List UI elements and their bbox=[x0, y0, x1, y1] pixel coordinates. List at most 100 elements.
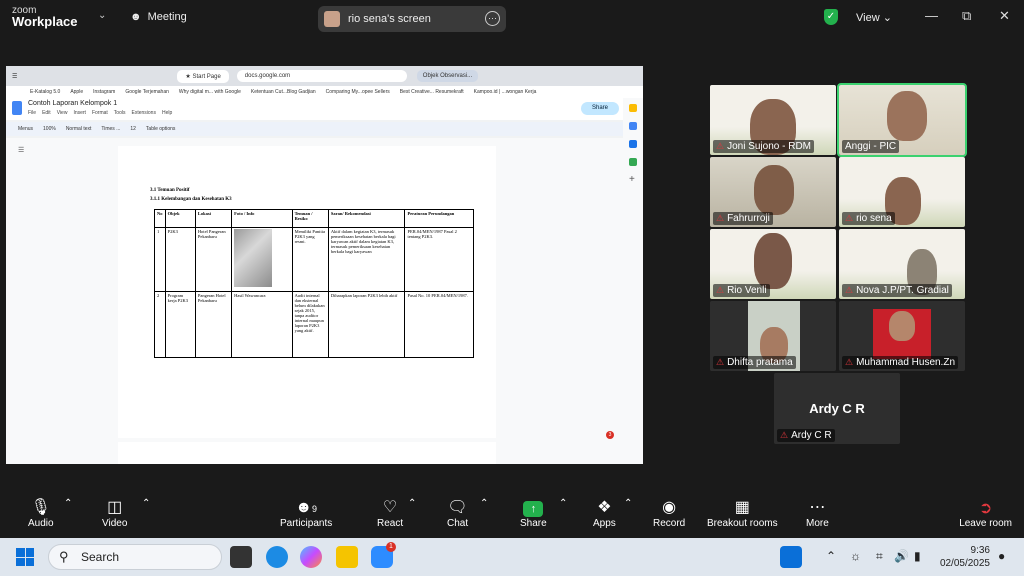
toolbar-control[interactable]: 12 bbox=[130, 126, 136, 132]
participant-tile[interactable]: Ardy C R ⚠ Ardy C R bbox=[774, 373, 900, 444]
doc-title[interactable]: Contoh Laporan Kelompok 1 bbox=[28, 100, 117, 107]
comment-badge[interactable]: 3 bbox=[606, 431, 614, 439]
security-shield-icon[interactable]: ✓ bbox=[824, 9, 838, 25]
task-view-icon[interactable] bbox=[230, 546, 252, 568]
participant-tile[interactable]: ⚠ Muhammad Husen.Zn bbox=[839, 301, 965, 371]
bookmark-item[interactable]: Apple bbox=[70, 89, 83, 95]
browser-tab[interactable]: ★ Start Page bbox=[177, 69, 229, 83]
apps-button[interactable]: ❖ Apps bbox=[593, 498, 616, 529]
table-row: 2 Program kerja P2K3 Pangeran Hotel Peka… bbox=[154, 291, 474, 358]
copilot-icon[interactable] bbox=[300, 546, 322, 568]
close-icon[interactable]: ✕ bbox=[999, 8, 1010, 24]
chat-button[interactable]: 🗨 Chat bbox=[447, 498, 468, 529]
leave-label: Leave room bbox=[959, 518, 1012, 529]
system-clock[interactable]: 9:36 02/05/2025 bbox=[940, 544, 990, 570]
doc-page-next bbox=[118, 442, 496, 464]
restore-icon[interactable]: ⧉ bbox=[962, 8, 971, 24]
doc-menu-item[interactable]: Insert bbox=[73, 110, 86, 116]
toolbar-control[interactable]: Times ... bbox=[101, 126, 120, 132]
toolbar-control[interactable]: Normal text bbox=[66, 126, 92, 132]
bookmark-item[interactable]: Kampoo.id | ...wongan Kerja bbox=[474, 89, 537, 95]
participant-name: Rio Venli bbox=[727, 285, 767, 296]
participants-icon: ☻9 bbox=[295, 499, 318, 516]
meeting-menu[interactable]: ☻ Meeting bbox=[130, 11, 187, 23]
share-screen-button[interactable]: ↑ Share bbox=[520, 498, 547, 529]
edge-icon[interactable] bbox=[266, 546, 288, 568]
react-options-icon[interactable]: ⌃ bbox=[408, 498, 416, 509]
participant-tile[interactable]: ⚠ Nova J.P/PT. Gradial bbox=[839, 229, 965, 299]
add-addon-icon[interactable]: + bbox=[629, 174, 635, 185]
doc-menu-item[interactable]: File bbox=[28, 110, 36, 116]
bookmark-item[interactable]: Ketentuan Cut...Blog Gadjian bbox=[251, 89, 316, 95]
audio-options-icon[interactable]: ⌃ bbox=[64, 498, 72, 509]
video-button[interactable]: ◫ Video bbox=[102, 498, 127, 529]
col-header: Saran/ Rekomendasi bbox=[327, 209, 406, 228]
maps-icon[interactable] bbox=[629, 158, 637, 166]
browser-tab-active[interactable]: Objek Observasi... bbox=[416, 70, 479, 82]
toolbar-control[interactable]: Table options bbox=[146, 126, 175, 132]
keep-icon[interactable] bbox=[629, 104, 637, 112]
microphone-icon: 🎙 bbox=[30, 499, 51, 516]
audio-button[interactable]: 🎙 Audio bbox=[28, 498, 54, 529]
participant-name-tag: ⚠ Rio Venli bbox=[713, 284, 770, 297]
address-bar[interactable]: docs.google.com bbox=[236, 70, 407, 82]
file-explorer-icon[interactable] bbox=[336, 546, 358, 568]
col-header: Foto / Info bbox=[231, 209, 293, 228]
participant-tile[interactable]: ⚠ Joni Sujono - RDM bbox=[710, 85, 836, 155]
browser-menu-icon[interactable]: ☰ bbox=[12, 73, 17, 80]
participant-tile[interactable]: ⚠ Fahrurroji bbox=[710, 157, 836, 227]
doc-menu-item[interactable]: Extensions bbox=[131, 110, 155, 116]
doc-menu-item[interactable]: Format bbox=[92, 110, 108, 116]
bookmark-item[interactable]: Best Creative... Resumekraft bbox=[400, 89, 464, 95]
video-options-icon[interactable]: ⌃ bbox=[142, 498, 150, 509]
minimize-icon[interactable]: — bbox=[925, 8, 938, 23]
participant-video bbox=[754, 233, 792, 289]
bookmark-item[interactable]: Comparing My...opee Sellers bbox=[326, 89, 390, 95]
doc-menu-item[interactable]: View bbox=[57, 110, 68, 116]
bookmark-item[interactable]: Google Terjemahan bbox=[125, 89, 169, 95]
bookmark-item[interactable]: E-Katalog 5.0 bbox=[30, 89, 60, 95]
docs-icon[interactable] bbox=[12, 101, 22, 115]
participant-tile[interactable]: ⚠ Rio Venli bbox=[710, 229, 836, 299]
bookmark-item[interactable]: Instagram bbox=[93, 89, 115, 95]
participant-tile-active[interactable]: Anggi - PIC bbox=[837, 83, 967, 157]
breakout-rooms-button[interactable]: ▦ Breakout rooms bbox=[707, 498, 778, 529]
participant-tile[interactable]: ⚠ rio sena bbox=[839, 157, 965, 227]
windows-start-icon[interactable] bbox=[16, 548, 34, 566]
language-icon[interactable]: ☼ bbox=[850, 549, 861, 563]
more-button[interactable]: ⋯ More bbox=[806, 498, 829, 529]
share-button[interactable]: Share bbox=[581, 102, 619, 115]
volume-icon[interactable]: 🔊 bbox=[894, 549, 909, 563]
battery-icon[interactable]: ▮ bbox=[914, 549, 921, 563]
col-header: No bbox=[154, 209, 166, 228]
toolbar-control[interactable]: 100% bbox=[43, 126, 56, 132]
doc-menu-item[interactable]: Help bbox=[162, 110, 172, 116]
participants-button[interactable]: ☻9 Participants bbox=[280, 498, 332, 529]
outline-icon[interactable]: ☰ bbox=[18, 146, 24, 154]
widgets-icon[interactable] bbox=[780, 546, 802, 568]
screen-share-pill[interactable]: rio sena's screen ⋯ bbox=[318, 6, 506, 32]
doc-menu-item[interactable]: Tools bbox=[114, 110, 126, 116]
chevron-up-icon[interactable]: ⌃ bbox=[826, 549, 836, 563]
leave-room-button[interactable]: ➲ Leave room bbox=[959, 498, 1012, 529]
record-button[interactable]: ◉ Record bbox=[653, 498, 685, 529]
participant-tile[interactable]: ⚠ Dhifta pratama bbox=[710, 301, 836, 371]
share-options-icon[interactable]: ⌃ bbox=[559, 498, 567, 509]
more-options-icon[interactable]: ⋯ bbox=[485, 11, 500, 26]
view-menu[interactable]: View ⌄ bbox=[856, 11, 892, 24]
contacts-icon[interactable] bbox=[629, 140, 637, 148]
doc-toolbar: Menus 100% Normal text Times ... 12 Table opt… bbox=[6, 122, 643, 136]
participant-name-tag: ⚠ Fahrurroji bbox=[713, 212, 773, 225]
apps-options-icon[interactable]: ⌃ bbox=[624, 498, 632, 509]
chat-options-icon[interactable]: ⌃ bbox=[480, 498, 488, 509]
notification-icon[interactable]: ● bbox=[998, 549, 1005, 563]
col-header: Temuan / Resiko bbox=[291, 209, 329, 228]
tasks-icon[interactable] bbox=[629, 122, 637, 130]
react-button[interactable]: ♡ React bbox=[377, 498, 403, 529]
wifi-icon[interactable]: ⌗ bbox=[876, 549, 883, 564]
taskbar-search-input[interactable]: ⚲ Search bbox=[48, 544, 222, 570]
toolbar-control[interactable]: Menus bbox=[18, 126, 33, 132]
chevron-down-icon[interactable]: ⌄ bbox=[98, 10, 106, 21]
doc-menu-item[interactable]: Edit bbox=[42, 110, 51, 116]
bookmark-item[interactable]: Why digital m... with Google bbox=[179, 89, 241, 95]
